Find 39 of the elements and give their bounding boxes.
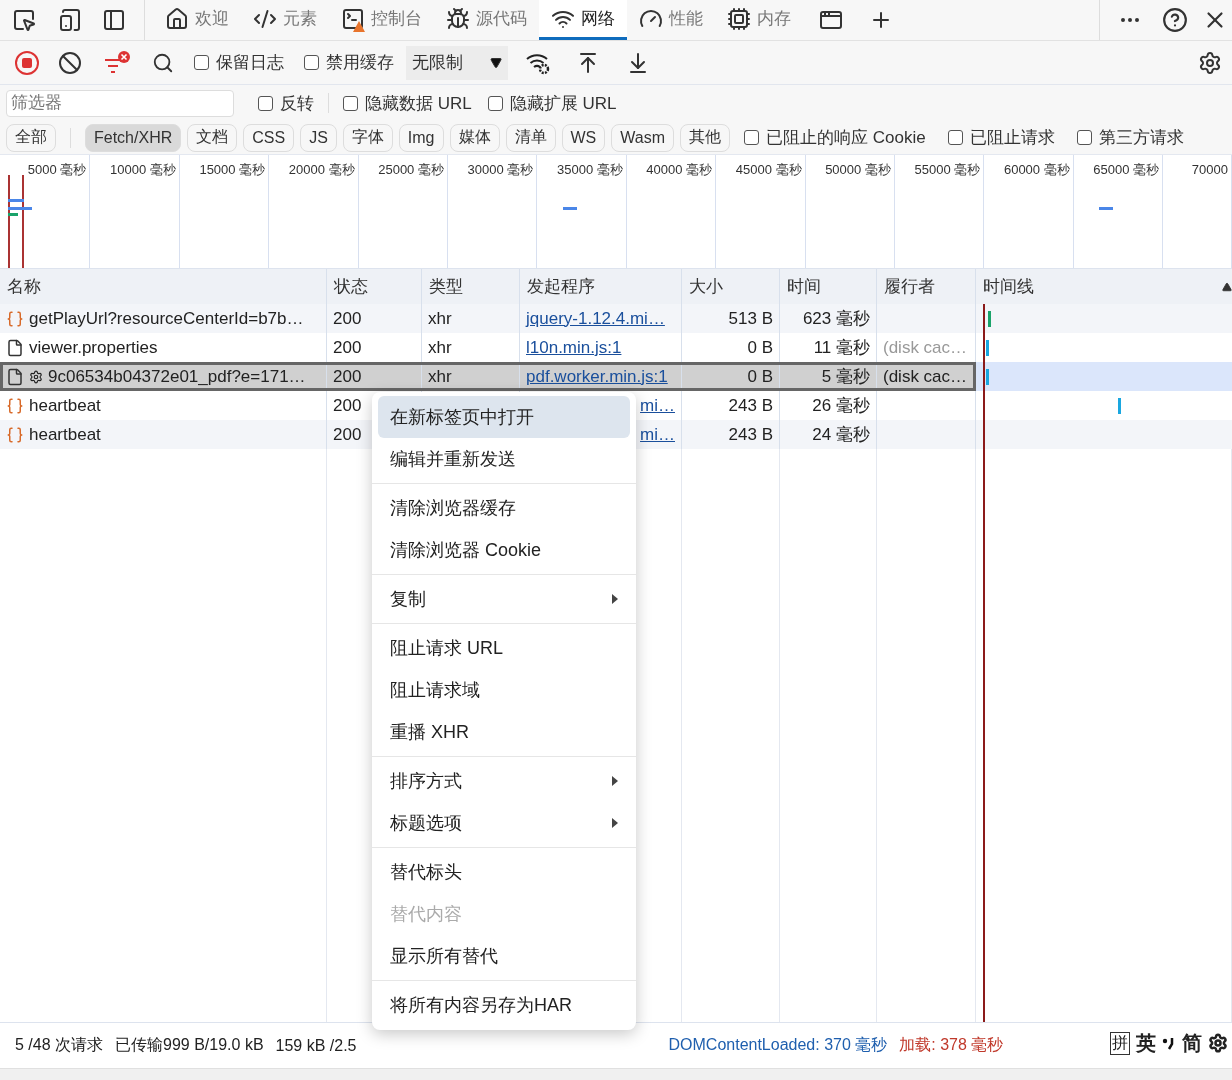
time-tick: 15000 毫秒 [199,162,266,177]
fulfiller-text: (disk cac… [883,337,968,358]
time-tick: 5000 毫秒 [27,162,87,177]
status-text: 5 /48 次请求 [15,1035,104,1055]
time-tick: 70000 [1191,162,1228,177]
status-code: 200 [333,424,362,445]
response-size: 513 B [728,308,773,329]
time-tick: 65000 毫秒 [1093,162,1160,177]
time-tick: 10000 毫秒 [110,162,176,177]
response-size: 243 B [728,424,773,445]
request-type: xhr [428,366,452,387]
time-tick: 60000 毫秒 [1003,162,1070,177]
status-code: 200 [333,366,362,387]
response-size: 0 B [747,366,773,387]
status-text: 已传输999 B/19.0 kB [115,1035,264,1055]
status-text: 159 kB /2.5 [275,1036,357,1055]
response-size: 243 B [728,395,773,416]
time-tick: 20000 毫秒 [288,162,355,177]
fulfiller-text: (disk cac… [883,366,968,387]
time-tick: 45000 毫秒 [735,162,802,177]
status-code: 200 [333,337,362,358]
status-code: 200 [333,308,362,329]
response-time: 5 毫秒 [821,366,870,388]
response-time: 26 毫秒 [812,395,870,417]
request-type: xhr [428,308,452,329]
response-size: 0 B [747,337,773,358]
time-tick: 55000 毫秒 [914,162,981,177]
time-tick: 30000 毫秒 [467,162,534,177]
response-time: 24 毫秒 [812,424,870,446]
status-text: 加载: 378 毫秒 [899,1035,1004,1055]
time-tick: 50000 毫秒 [825,162,891,177]
status-code: 200 [333,395,362,416]
response-time: 623 毫秒 [802,308,870,330]
time-tick: 25000 毫秒 [378,162,444,177]
request-type: xhr [428,337,452,358]
status-text: DOMContentLoaded: 370 毫秒 [668,1035,888,1055]
response-time: 11 毫秒 [813,337,870,359]
time-tick: 40000 毫秒 [646,162,713,177]
time-tick: 35000 毫秒 [556,162,623,177]
